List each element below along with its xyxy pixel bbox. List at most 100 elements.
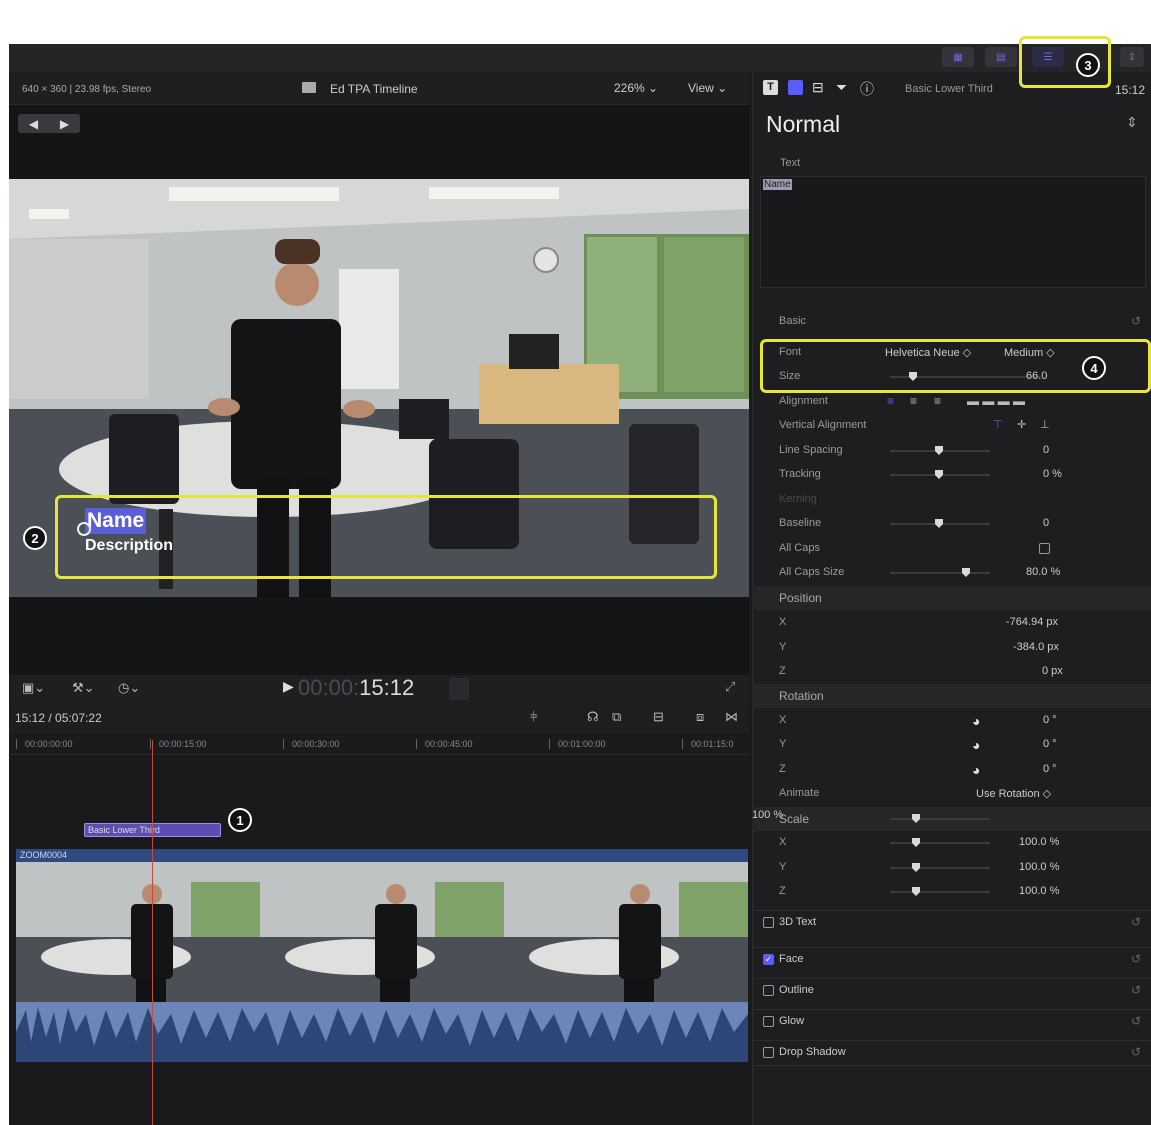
vertical-alignment-row: Vertical Alignment ⊤ ✛ ⊥: [752, 414, 1151, 438]
valign-middle-icon[interactable]: ✛: [1017, 418, 1026, 431]
position-x-value[interactable]: -764.94 px: [1006, 616, 1058, 628]
section-rotation[interactable]: Rotation: [752, 684, 1151, 708]
video-clip-filmstrip[interactable]: [16, 862, 748, 1002]
zoom-menu[interactable]: 226% ⌄: [614, 81, 658, 95]
reset-icon[interactable]: ↺: [1131, 915, 1141, 929]
grid-view-icon[interactable]: ▦: [942, 47, 974, 67]
format-info: 640 × 360 | 23.98 fps, Stereo: [22, 84, 152, 95]
scale-z-slider[interactable]: [890, 891, 990, 893]
text-field-value[interactable]: Name: [763, 179, 792, 190]
scale-slider[interactable]: [890, 818, 990, 820]
text-inspector-icon[interactable]: T: [763, 80, 778, 95]
baseline-knob[interactable]: [935, 519, 943, 528]
skimming-icon[interactable]: ⫩: [530, 709, 537, 725]
scale-x-slider[interactable]: [890, 842, 990, 844]
snapping-icon[interactable]: ⊟: [653, 709, 664, 725]
axis-y-label: Y: [779, 641, 787, 653]
info-icon[interactable]: ⓘ: [860, 79, 874, 99]
all-caps-size-knob[interactable]: [962, 568, 970, 577]
preset-selector[interactable]: Normal: [766, 111, 840, 138]
section-face[interactable]: ✓ Face ↺: [752, 947, 1151, 973]
align-right-icon[interactable]: ≡: [934, 394, 941, 408]
reset-icon[interactable]: ↺: [1131, 983, 1141, 997]
reset-icon[interactable]: ↺: [1131, 314, 1141, 328]
play-icon[interactable]: ▶: [283, 678, 294, 695]
section-drop-shadow[interactable]: Drop Shadow ↺: [752, 1040, 1151, 1066]
rotation-z-value[interactable]: 0 °: [1043, 763, 1057, 775]
rotation-dial-icon[interactable]: ◕: [972, 713, 980, 729]
scale-z-knob[interactable]: [912, 887, 920, 896]
tracking-label: Tracking: [779, 468, 821, 480]
reset-icon[interactable]: ↺: [1131, 1045, 1141, 1059]
face-checkbox[interactable]: ✓: [763, 954, 774, 965]
scale-y-value[interactable]: 100.0 %: [1019, 861, 1059, 873]
scale-z-value[interactable]: 100.0 %: [1019, 885, 1059, 897]
line-spacing-value[interactable]: 0: [1043, 444, 1049, 456]
scale-y-knob[interactable]: [912, 863, 920, 872]
text-field[interactable]: [760, 176, 1146, 288]
all-caps-checkbox[interactable]: [1039, 543, 1050, 554]
timeline-ruler[interactable]: [9, 733, 749, 755]
outline-checkbox[interactable]: [763, 985, 774, 996]
scale-x-knob[interactable]: [912, 838, 920, 847]
top-toolbar: [9, 44, 1151, 72]
section-position[interactable]: Position: [752, 586, 1151, 610]
speed-icon[interactable]: ◷⌄: [118, 680, 140, 696]
reset-icon[interactable]: ↺: [1131, 952, 1141, 966]
tracking-knob[interactable]: [935, 470, 943, 479]
zoom-fit-icon[interactable]: ⋈: [725, 709, 738, 725]
tracking-value[interactable]: 0 %: [1043, 468, 1062, 480]
headphones-icon[interactable]: ☊: [587, 709, 599, 725]
scale-knob[interactable]: [912, 814, 920, 823]
audio-waveform[interactable]: [16, 1002, 748, 1062]
animate-select[interactable]: Use Rotation ◇: [976, 787, 1051, 800]
view-menu[interactable]: View ⌄: [688, 81, 727, 95]
justify-icons[interactable]: ▬ ▬ ▬ ▬: [967, 394, 1025, 408]
all-caps-size-value[interactable]: 80.0 %: [1026, 566, 1060, 578]
timecode-display[interactable]: 00:00:15:12: [298, 675, 414, 701]
share-icon[interactable]: ⇪: [1120, 47, 1144, 67]
reset-icon[interactable]: ↺: [1131, 1014, 1141, 1028]
line-spacing-knob[interactable]: [935, 446, 943, 455]
section-3d-text[interactable]: 3D Text ↺: [752, 910, 1151, 936]
section-glow[interactable]: Glow ↺: [752, 1009, 1151, 1035]
rotation-dial-icon[interactable]: ◕: [972, 762, 980, 778]
face-label: Face: [779, 953, 804, 965]
waveform-graphic: [16, 1002, 748, 1062]
solo-icon[interactable]: ⧉: [612, 709, 621, 725]
glow-checkbox[interactable]: [763, 1016, 774, 1027]
drop-shadow-checkbox[interactable]: [763, 1047, 774, 1058]
rotation-dial-icon[interactable]: ◕: [972, 737, 980, 753]
drop-shadow-label: Drop Shadow: [779, 1046, 846, 1058]
scale-y-slider[interactable]: [890, 867, 990, 869]
position-z-value[interactable]: 0 px: [1042, 665, 1063, 677]
arrow-left-icon[interactable]: ◀: [29, 117, 38, 131]
align-center-icon[interactable]: ≡: [910, 394, 917, 408]
playhead[interactable]: [152, 740, 153, 1125]
chevron-updown-icon[interactable]: ⇕: [1126, 114, 1138, 131]
all-caps-size-slider[interactable]: [890, 572, 990, 574]
fullscreen-icon[interactable]: ⤢: [725, 679, 735, 695]
section-basic[interactable]: Basic ↺: [752, 310, 1151, 334]
title-inspector-icon[interactable]: [788, 80, 803, 95]
clip-view-icon[interactable]: ⧈: [696, 709, 704, 725]
scale-x-value[interactable]: 100.0 %: [1019, 836, 1059, 848]
filter-inspector-icon[interactable]: ⏷: [836, 79, 847, 96]
align-left-icon[interactable]: ≡: [887, 394, 894, 408]
3d-text-checkbox[interactable]: [763, 917, 774, 928]
rotation-y-value[interactable]: 0 °: [1043, 738, 1057, 750]
video-inspector-icon[interactable]: ⊟: [812, 79, 824, 96]
audio-meter-icon[interactable]: ▤: [985, 47, 1017, 67]
rotation-x-value[interactable]: 0 °: [1043, 714, 1057, 726]
clip-appearance-icon[interactable]: ▣⌄: [22, 680, 45, 696]
arrow-right-icon[interactable]: ▶: [60, 117, 69, 131]
video-clip-label[interactable]: ZOOM0004: [16, 849, 748, 862]
section-outline[interactable]: Outline ↺: [752, 978, 1151, 1004]
valign-top-icon[interactable]: ⊤: [993, 418, 1003, 431]
all-caps-size-row: All Caps Size 80.0 %: [752, 561, 1151, 585]
tools-icon[interactable]: ⚒⌄: [72, 680, 95, 696]
position-y-value[interactable]: -384.0 px: [1013, 641, 1059, 653]
baseline-value[interactable]: 0: [1043, 517, 1049, 529]
nav-arrows[interactable]: ◀ ▶: [18, 114, 80, 133]
valign-bottom-icon[interactable]: ⊥: [1040, 418, 1050, 431]
